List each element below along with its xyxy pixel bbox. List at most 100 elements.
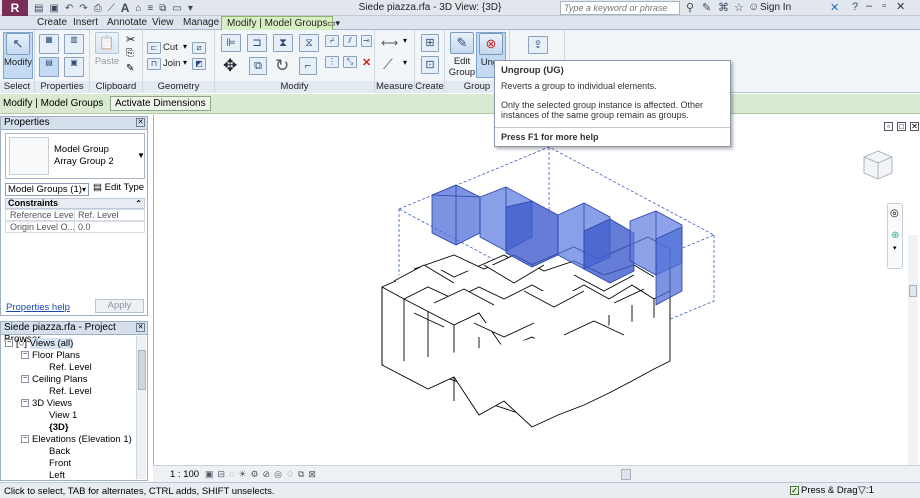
rotate-icon[interactable]: ↻	[275, 56, 289, 76]
property-row-origin-level[interactable]: Origin Level O... 0.0	[5, 221, 145, 233]
tab-annotate[interactable]: Annotate	[107, 17, 147, 30]
cope-icon[interactable]: ⊏	[147, 42, 161, 54]
edit-type-button[interactable]: ▤ Edit Type	[93, 182, 144, 193]
tree-node-floor-ref-level[interactable]: Ref. Level	[49, 362, 92, 373]
revit-logo-icon[interactable]: R	[2, 0, 28, 16]
dimension-dropdown-icon[interactable]: ▾	[403, 58, 407, 67]
3d-viewport[interactable]: ▫ □ ✕ ◎ ⊕ ▾	[153, 115, 920, 482]
collapse-icon[interactable]: ⌃	[135, 199, 142, 208]
selection-filter-count[interactable]: ▽:1	[858, 485, 874, 496]
properties-help-link[interactable]: Properties help	[6, 302, 70, 313]
delete-icon[interactable]: ✕	[362, 56, 371, 69]
join-label[interactable]: Join	[163, 58, 180, 69]
zoom-region-icon[interactable]: ⊕	[891, 230, 899, 241]
help-icon[interactable]: ?	[852, 1, 858, 13]
tree-node-back[interactable]: Back	[49, 446, 70, 457]
tree-node-3d[interactable]: {3D}	[49, 422, 69, 433]
view-maximize-icon[interactable]: □	[897, 122, 906, 131]
select-panel-label[interactable]: Select	[0, 81, 34, 93]
measure-icon[interactable]: ⟋	[108, 3, 115, 14]
viewcube-icon[interactable]	[858, 145, 898, 185]
user-icon[interactable]: ☺	[748, 1, 759, 13]
create-similar-icon[interactable]: ⊡	[421, 56, 439, 74]
scale-icon[interactable]: ⤡	[343, 56, 357, 68]
tab-manage[interactable]: Manage	[183, 17, 219, 30]
ribbon-minimize-icon[interactable]: ▭▾	[327, 17, 340, 30]
collapse-toggle-icon[interactable]: −	[21, 399, 29, 408]
split-icon[interactable]: ⌿	[325, 35, 339, 47]
selection-filter-dropdown[interactable]: Model Groups (1) ▾	[5, 183, 89, 196]
mirror-draw-icon[interactable]: ⧖	[299, 34, 319, 52]
view-restore-icon[interactable]: ▫	[884, 122, 893, 131]
sign-in-link[interactable]: Sign In	[760, 2, 791, 13]
collapse-toggle-icon[interactable]: −	[5, 339, 13, 348]
tree-node-ceiling-ref-level[interactable]: Ref. Level	[49, 386, 92, 397]
apply-button[interactable]: Apply	[95, 299, 144, 313]
move-icon[interactable]: ✥	[223, 56, 237, 76]
tree-node-front[interactable]: Front	[49, 458, 71, 469]
collapse-toggle-icon[interactable]: −	[21, 435, 29, 444]
unpin-icon[interactable]: ⊸	[361, 35, 372, 47]
collapse-toggle-icon[interactable]: −	[21, 375, 29, 384]
family-icon[interactable]: ▥	[64, 34, 84, 54]
subscription-icon[interactable]: ✎	[702, 1, 711, 14]
view-close-icon[interactable]: ✕	[910, 122, 919, 131]
browser-scrollbar[interactable]	[136, 336, 146, 479]
modify-button[interactable]: ↖ Modify	[3, 32, 33, 79]
paste-button[interactable]: 📋 Paste	[94, 32, 120, 67]
property-row-reference-level[interactable]: Reference Level Ref. Level	[5, 209, 145, 221]
tree-node-ceiling-plans[interactable]: − Ceiling Plans	[21, 374, 87, 385]
project-browser-close-icon[interactable]: ✕	[136, 323, 145, 332]
cut-dropdown-icon[interactable]: ▾	[183, 42, 187, 51]
cut-icon[interactable]: ✂	[126, 33, 135, 46]
copy-icon[interactable]: ⎘	[126, 48, 134, 59]
paint-icon[interactable]: ◩	[192, 58, 206, 70]
nav-dropdown-icon[interactable]: ▾	[893, 244, 897, 252]
properties-toggle-icon[interactable]: ▤	[39, 57, 59, 77]
split-gap-icon[interactable]: ⫽	[343, 35, 357, 47]
steering-wheel-icon[interactable]: ◎	[890, 208, 899, 219]
favorites-star-icon[interactable]: ☆	[734, 1, 744, 14]
measure-distance-icon[interactable]: ⟷	[381, 36, 398, 50]
collapse-toggle-icon[interactable]: −	[21, 351, 29, 360]
join-dropdown-icon[interactable]: ▾	[183, 58, 187, 67]
browser-scroll-thumb[interactable]	[138, 350, 146, 390]
tab-modify-model-groups[interactable]: Modify | Model Groups	[221, 16, 334, 30]
link-group-icon[interactable]: ⇪	[528, 36, 548, 54]
type-dropdown-icon[interactable]: ▼	[137, 151, 145, 160]
dimension-icon[interactable]: ⟋	[383, 56, 393, 73]
tree-node-3d-views[interactable]: −3D Views	[21, 398, 72, 409]
communication-icon[interactable]: ⌘	[718, 1, 729, 14]
minimize-icon[interactable]: –	[866, 0, 872, 13]
maximize-icon[interactable]: ▫	[882, 0, 886, 13]
constraints-section[interactable]: Constraints ⌃	[5, 198, 145, 209]
cut-label[interactable]: Cut	[163, 42, 178, 53]
tree-node-views-all[interactable]: − [○] Views (all)	[5, 338, 74, 349]
undo-icon[interactable]: ↶	[65, 3, 73, 14]
open-icon[interactable]: ▤	[34, 3, 43, 14]
join-icon[interactable]: ⊓	[147, 58, 161, 70]
save-icon[interactable]: ▣	[49, 3, 58, 14]
horizontal-scroll-thumb[interactable]	[621, 469, 631, 480]
binoculars-icon[interactable]: ⚲	[686, 1, 694, 14]
text-icon[interactable]: A	[121, 1, 130, 15]
view-control-icons[interactable]: ▣⊟◌☀⚙⊘◎♢⧉⊠	[205, 469, 320, 480]
exchange-icon[interactable]: ✕	[830, 1, 839, 14]
create-group-icon[interactable]: ⊞	[421, 34, 439, 52]
split-face-icon[interactable]: ⧄	[192, 42, 206, 54]
model-canvas[interactable]	[154, 115, 914, 465]
viewport-horizontal-scrollbar[interactable]	[383, 469, 913, 480]
activate-dimensions-button[interactable]: Activate Dimensions	[110, 96, 211, 111]
match-properties-icon[interactable]: ✎	[126, 63, 134, 74]
tree-node-view-1[interactable]: View 1	[49, 410, 77, 421]
type-selector[interactable]: Model Group Array Group 2 ▼	[5, 133, 145, 179]
search-input[interactable]: Type a keyword or phrase	[560, 1, 680, 15]
tree-node-left[interactable]: Left	[49, 470, 65, 480]
array-icon[interactable]: ⋮	[325, 56, 339, 68]
press-drag-toggle[interactable]: ✓ Press & Drag	[790, 485, 858, 496]
viewport-vertical-scrollbar[interactable]	[908, 235, 918, 475]
switch-windows-icon[interactable]: ▭	[172, 3, 181, 14]
offset-icon[interactable]: ⊐	[247, 34, 267, 52]
checkbox-checked-icon[interactable]: ✓	[790, 485, 799, 495]
type-selector-icon[interactable]: ▣	[64, 57, 84, 77]
